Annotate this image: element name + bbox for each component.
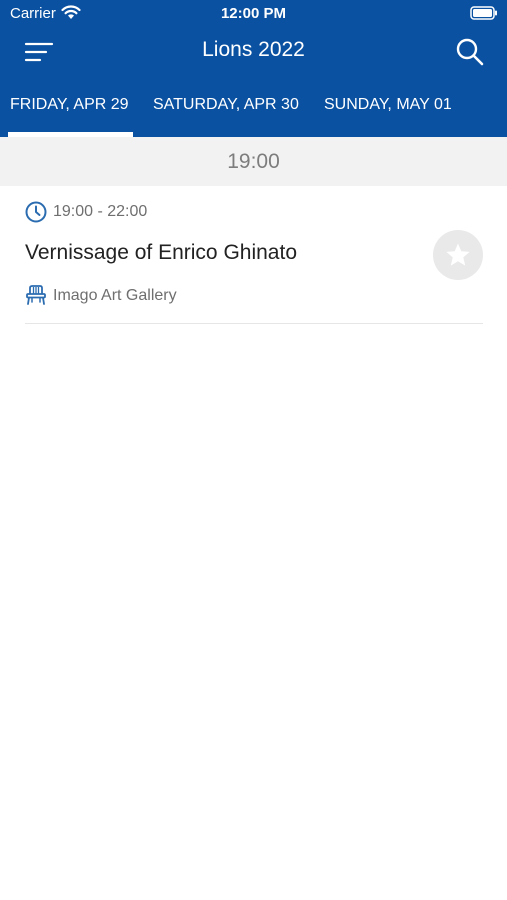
app-header: Carrier 12:00 PM Lions 2022 FRIDAY, APR … xyxy=(0,0,507,137)
tab-friday[interactable]: FRIDAY, APR 29 xyxy=(10,84,129,137)
menu-icon xyxy=(24,42,54,62)
session-divider xyxy=(25,323,483,324)
favorite-button[interactable] xyxy=(433,230,483,280)
day-tabs: FRIDAY, APR 29 SATURDAY, APR 30 SUNDAY, … xyxy=(0,84,507,137)
menu-button[interactable] xyxy=(24,40,56,64)
tab-sunday[interactable]: SUNDAY, MAY 01 xyxy=(324,84,452,137)
search-icon xyxy=(456,38,484,66)
chair-icon xyxy=(25,284,47,306)
page-title: Lions 2022 xyxy=(202,38,305,61)
tab-saturday[interactable]: SATURDAY, APR 30 xyxy=(153,84,299,137)
time-group-header: 19:00 xyxy=(0,137,507,186)
session-title: Vernissage of Enrico Ghinato xyxy=(25,241,297,264)
star-icon xyxy=(446,243,470,266)
battery-icon xyxy=(470,6,498,25)
session-time-range: 19:00 - 22:00 xyxy=(53,203,148,220)
search-button[interactable] xyxy=(455,37,485,67)
session-venue: Imago Art Gallery xyxy=(53,287,177,304)
status-time: 12:00 PM xyxy=(220,5,287,22)
status-bar: Carrier 12:00 PM xyxy=(0,0,507,28)
clock-icon xyxy=(25,201,47,223)
